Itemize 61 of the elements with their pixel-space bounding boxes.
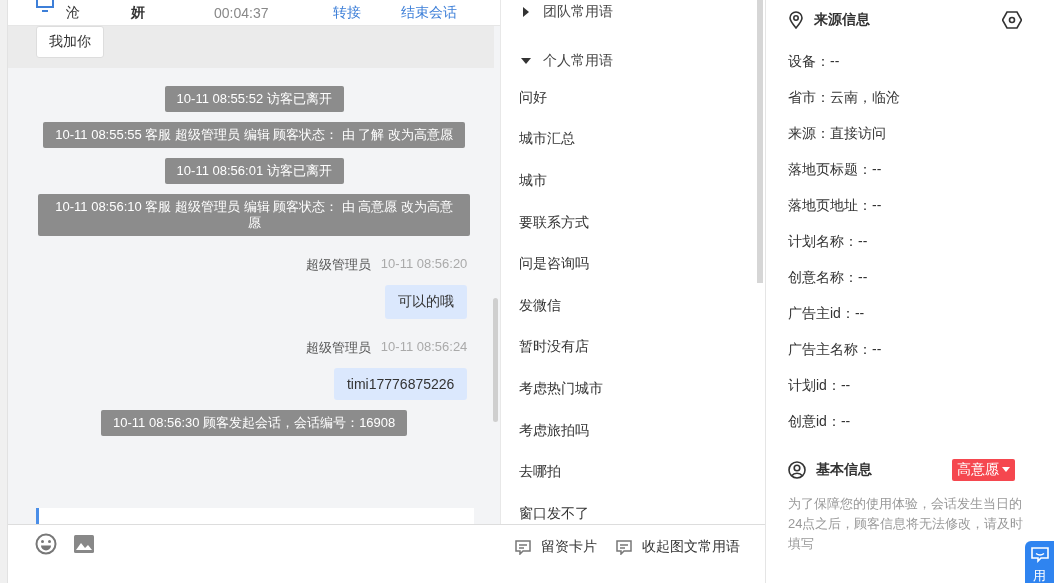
emoji-icon[interactable] bbox=[35, 533, 57, 555]
settings-icon[interactable] bbox=[1002, 11, 1022, 29]
system-message: 10-11 08:56:01 访客已离开 bbox=[164, 158, 344, 184]
image-icon[interactable] bbox=[73, 533, 95, 555]
message-bubble: 我加你 bbox=[36, 26, 104, 58]
phrase-item[interactable]: 问是咨询吗 bbox=[501, 243, 765, 285]
section-title: 基本信息 bbox=[816, 461, 872, 479]
system-message: 10-11 08:56:10 客服 超级管理员 编辑 顾客状态： 由 高意愿 改为高意愿 bbox=[38, 194, 471, 236]
message-icon bbox=[514, 539, 532, 555]
info-field: 落地页标题：-- bbox=[788, 152, 1054, 188]
info-field: 创意id：-- bbox=[788, 404, 1054, 440]
status-dropdown[interactable]: 高意愿 bbox=[952, 459, 1015, 481]
info-field: 广告主名称：-- bbox=[788, 332, 1054, 368]
info-field: 省市：云南，临沧 bbox=[788, 80, 1054, 116]
caret-icon bbox=[521, 56, 532, 66]
phrase-item[interactable]: 发微信 bbox=[501, 284, 765, 327]
sender-name: 超级管理员 bbox=[305, 256, 371, 274]
phrase-group[interactable]: 个人常用语 bbox=[501, 49, 765, 73]
message-icon bbox=[615, 539, 633, 555]
header-link[interactable]: 转接 bbox=[333, 3, 361, 22]
info-field: 计划名称：-- bbox=[788, 224, 1054, 260]
scrollbar[interactable] bbox=[493, 298, 499, 422]
info-field: 计划id：-- bbox=[788, 368, 1054, 404]
system-message: 10-11 08:56:30 顾客发起会话，会话编号：16908 bbox=[101, 410, 408, 436]
location-pin-icon bbox=[788, 11, 804, 29]
notice-text: 为了保障您的使用体验，会话发生当日的24点之后，顾客信息将无法修改，请及时填写 bbox=[788, 495, 1025, 553]
visitor-name: 沧 bbox=[66, 3, 81, 22]
info-field: 来源：直接访问 bbox=[788, 116, 1054, 152]
system-message: 10-11 08:55:55 客服 超级管理员 编辑 顾客状态： 由 了解 改为高意愿 bbox=[43, 122, 466, 148]
header-link[interactable]: 结束会话 bbox=[401, 3, 457, 22]
scrollbar[interactable] bbox=[757, 0, 763, 283]
phrase-item[interactable]: 要联系方式 bbox=[501, 201, 765, 244]
sender-name: 超级管理员 bbox=[305, 339, 371, 357]
info-field: 创意名称：-- bbox=[788, 260, 1054, 296]
info-field: 落地页地址：-- bbox=[788, 188, 1054, 224]
agent-name: 妍 bbox=[131, 3, 146, 22]
chat-icon bbox=[1030, 547, 1049, 563]
toolbar-button[interactable]: 收起图文常用语 bbox=[615, 538, 740, 556]
phrase-item[interactable]: 窗口发不了 bbox=[501, 492, 765, 524]
phrase-item[interactable]: 去哪拍 bbox=[501, 451, 765, 493]
phrase-group[interactable]: 团队常用语 bbox=[501, 0, 765, 24]
system-message: 10-11 08:55:52 访客已离开 bbox=[164, 86, 344, 112]
phrase-item[interactable]: 考虑旅拍吗 bbox=[501, 409, 765, 452]
caret-icon bbox=[1002, 467, 1010, 473]
message-time: 10-11 08:56:20 bbox=[380, 256, 468, 273]
phrase-item[interactable]: 城市 bbox=[501, 160, 765, 202]
toolbar-button[interactable]: 留资卡片 bbox=[514, 538, 597, 556]
user-icon bbox=[788, 461, 806, 479]
info-field: 广告主id：-- bbox=[788, 296, 1054, 332]
message-time: 10-11 08:56:24 bbox=[380, 339, 468, 356]
message-bubble: timi17776875226 bbox=[333, 368, 468, 400]
chat-float-button[interactable]: 用 bbox=[1025, 541, 1054, 583]
phrase-item[interactable]: 暂时没有店 bbox=[501, 326, 765, 369]
session-duration: 00:04:37 bbox=[214, 4, 270, 21]
section-title: 来源信息 bbox=[814, 11, 870, 29]
message-bubble: 可以的哦 bbox=[385, 285, 468, 319]
phrase-item[interactable]: 城市汇总 bbox=[501, 118, 765, 161]
info-field: 设备：-- bbox=[788, 44, 1054, 80]
monitor-icon bbox=[36, 0, 54, 14]
phrase-item[interactable]: 考虑热门城市 bbox=[501, 368, 765, 410]
phrase-item[interactable]: 问好 bbox=[501, 77, 765, 119]
